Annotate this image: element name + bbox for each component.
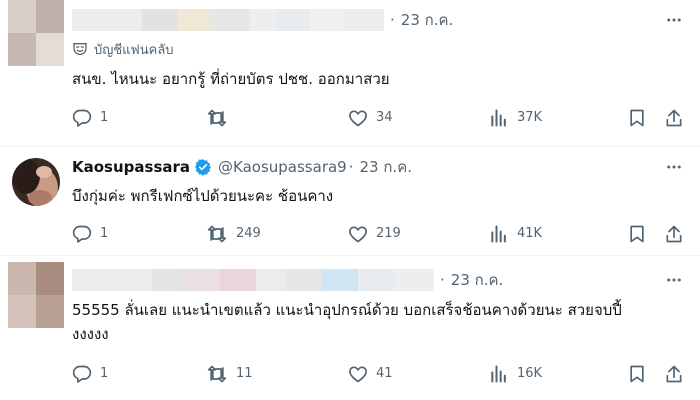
like-button[interactable]: 41 (348, 363, 393, 385)
views-button[interactable]: 16K (489, 363, 542, 385)
share-button[interactable] (664, 223, 692, 245)
display-name[interactable]: Kaosupassara (72, 158, 190, 176)
bookmark-button[interactable] (627, 223, 655, 245)
post-separator: · (440, 271, 445, 289)
post-2[interactable]: Kaosupassara @Kaosupassara9 · 23 ก.ค. บึ… (0, 147, 700, 253)
verified-badge-icon[interactable] (194, 158, 212, 176)
avatar-kaosupassara[interactable] (12, 158, 60, 206)
post-text-line-2: งงงงง (72, 325, 109, 343)
repost-icon (207, 365, 227, 383)
more-icon (667, 18, 681, 22)
views-button[interactable]: 37K (489, 107, 542, 129)
views-icon (491, 365, 506, 383)
bookmark-button[interactable] (627, 107, 655, 129)
bookmark-button[interactable] (627, 363, 655, 385)
reply-icon (72, 109, 92, 127)
views-count: 37K (517, 110, 543, 125)
repost-button[interactable] (206, 107, 236, 129)
like-count: 219 (376, 226, 401, 241)
like-icon (349, 366, 367, 383)
share-button[interactable] (664, 363, 692, 385)
post-text: บึงกุ่มค่ะ พกรีเฟกซ์ไปด้วยนะคะ ช้อนคาง (72, 187, 334, 205)
more-icon (667, 278, 681, 282)
like-icon (349, 226, 367, 243)
post-time[interactable]: 23 ก.ค. (401, 8, 454, 32)
more-button[interactable] (662, 10, 686, 30)
share-button[interactable] (664, 107, 692, 129)
share-icon (666, 225, 682, 243)
post-text-line-1: 55555 ลั่นเลย แนะนำเขตแล้ว แนะนำอุปกรณ์ด… (72, 301, 622, 319)
reply-icon (72, 365, 92, 383)
post-1[interactable]: · 23 ก.ค. บัญชีแฟนคลับ สนข. ไหนนะ อยากรู… (0, 0, 700, 146)
reply-count: 1 (100, 366, 109, 381)
like-count: 34 (376, 110, 393, 125)
post-3[interactable]: · 23 ก.ค. 55555 ลั่นเลย แนะนำเขตแล้ว แนะ… (0, 256, 700, 400)
avatar[interactable] (8, 262, 64, 328)
post-header: · 23 ก.ค. (72, 9, 453, 31)
post-header: Kaosupassara @Kaosupassara9 · 23 ก.ค. (72, 156, 412, 178)
redacted-username[interactable] (72, 269, 434, 291)
fanclub-badge: บัญชีแฟนคลับ (72, 40, 174, 58)
like-button[interactable]: 219 (348, 223, 401, 245)
more-button[interactable] (662, 270, 686, 290)
post-header: · 23 ก.ค. (72, 269, 503, 291)
reply-count: 1 (100, 110, 109, 125)
repost-button[interactable]: 249 (206, 223, 261, 245)
bookmark-icon (630, 365, 644, 383)
reply-button[interactable]: 1 (72, 223, 108, 245)
reply-button[interactable]: 1 (72, 107, 108, 129)
like-count: 41 (376, 366, 393, 381)
more-icon (667, 165, 681, 169)
post-time[interactable]: 23 ก.ค. (360, 155, 413, 179)
repost-icon (207, 225, 227, 243)
post-separator: · (348, 158, 354, 176)
bookmark-icon (630, 109, 644, 127)
like-button[interactable]: 34 (348, 107, 393, 129)
post-actions: 1 11 41 16K (72, 363, 686, 385)
redacted-username[interactable] (72, 9, 384, 31)
more-button[interactable] (662, 157, 686, 177)
repost-button[interactable]: 11 (206, 363, 253, 385)
post-actions: 1 34 37K (72, 107, 686, 129)
post-actions: 1 249 219 41K (72, 223, 686, 245)
share-icon (666, 109, 682, 127)
views-button[interactable]: 41K (489, 223, 542, 245)
views-count: 41K (517, 226, 543, 241)
user-handle[interactable]: @Kaosupassara9 (218, 158, 347, 176)
views-count: 16K (517, 366, 543, 381)
repost-icon (207, 109, 227, 127)
post-time[interactable]: 23 ก.ค. (451, 268, 504, 292)
like-icon (349, 110, 367, 127)
repost-count: 249 (236, 226, 261, 241)
views-icon (491, 109, 506, 127)
post-separator: · (390, 11, 395, 29)
reply-button[interactable]: 1 (72, 363, 108, 385)
repost-count: 11 (236, 366, 253, 381)
reply-icon (72, 225, 92, 243)
fanclub-label: บัญชีแฟนคลับ (94, 42, 174, 58)
avatar[interactable] (8, 0, 64, 66)
reply-count: 1 (100, 226, 109, 241)
views-icon (491, 225, 506, 243)
bookmark-icon (630, 225, 644, 243)
share-icon (666, 365, 682, 383)
fanclub-mask-icon (73, 43, 87, 56)
post-text: สนข. ไหนนะ อยากรู้ ที่ถ่ายบัตร ปชช. ออกม… (72, 70, 390, 88)
